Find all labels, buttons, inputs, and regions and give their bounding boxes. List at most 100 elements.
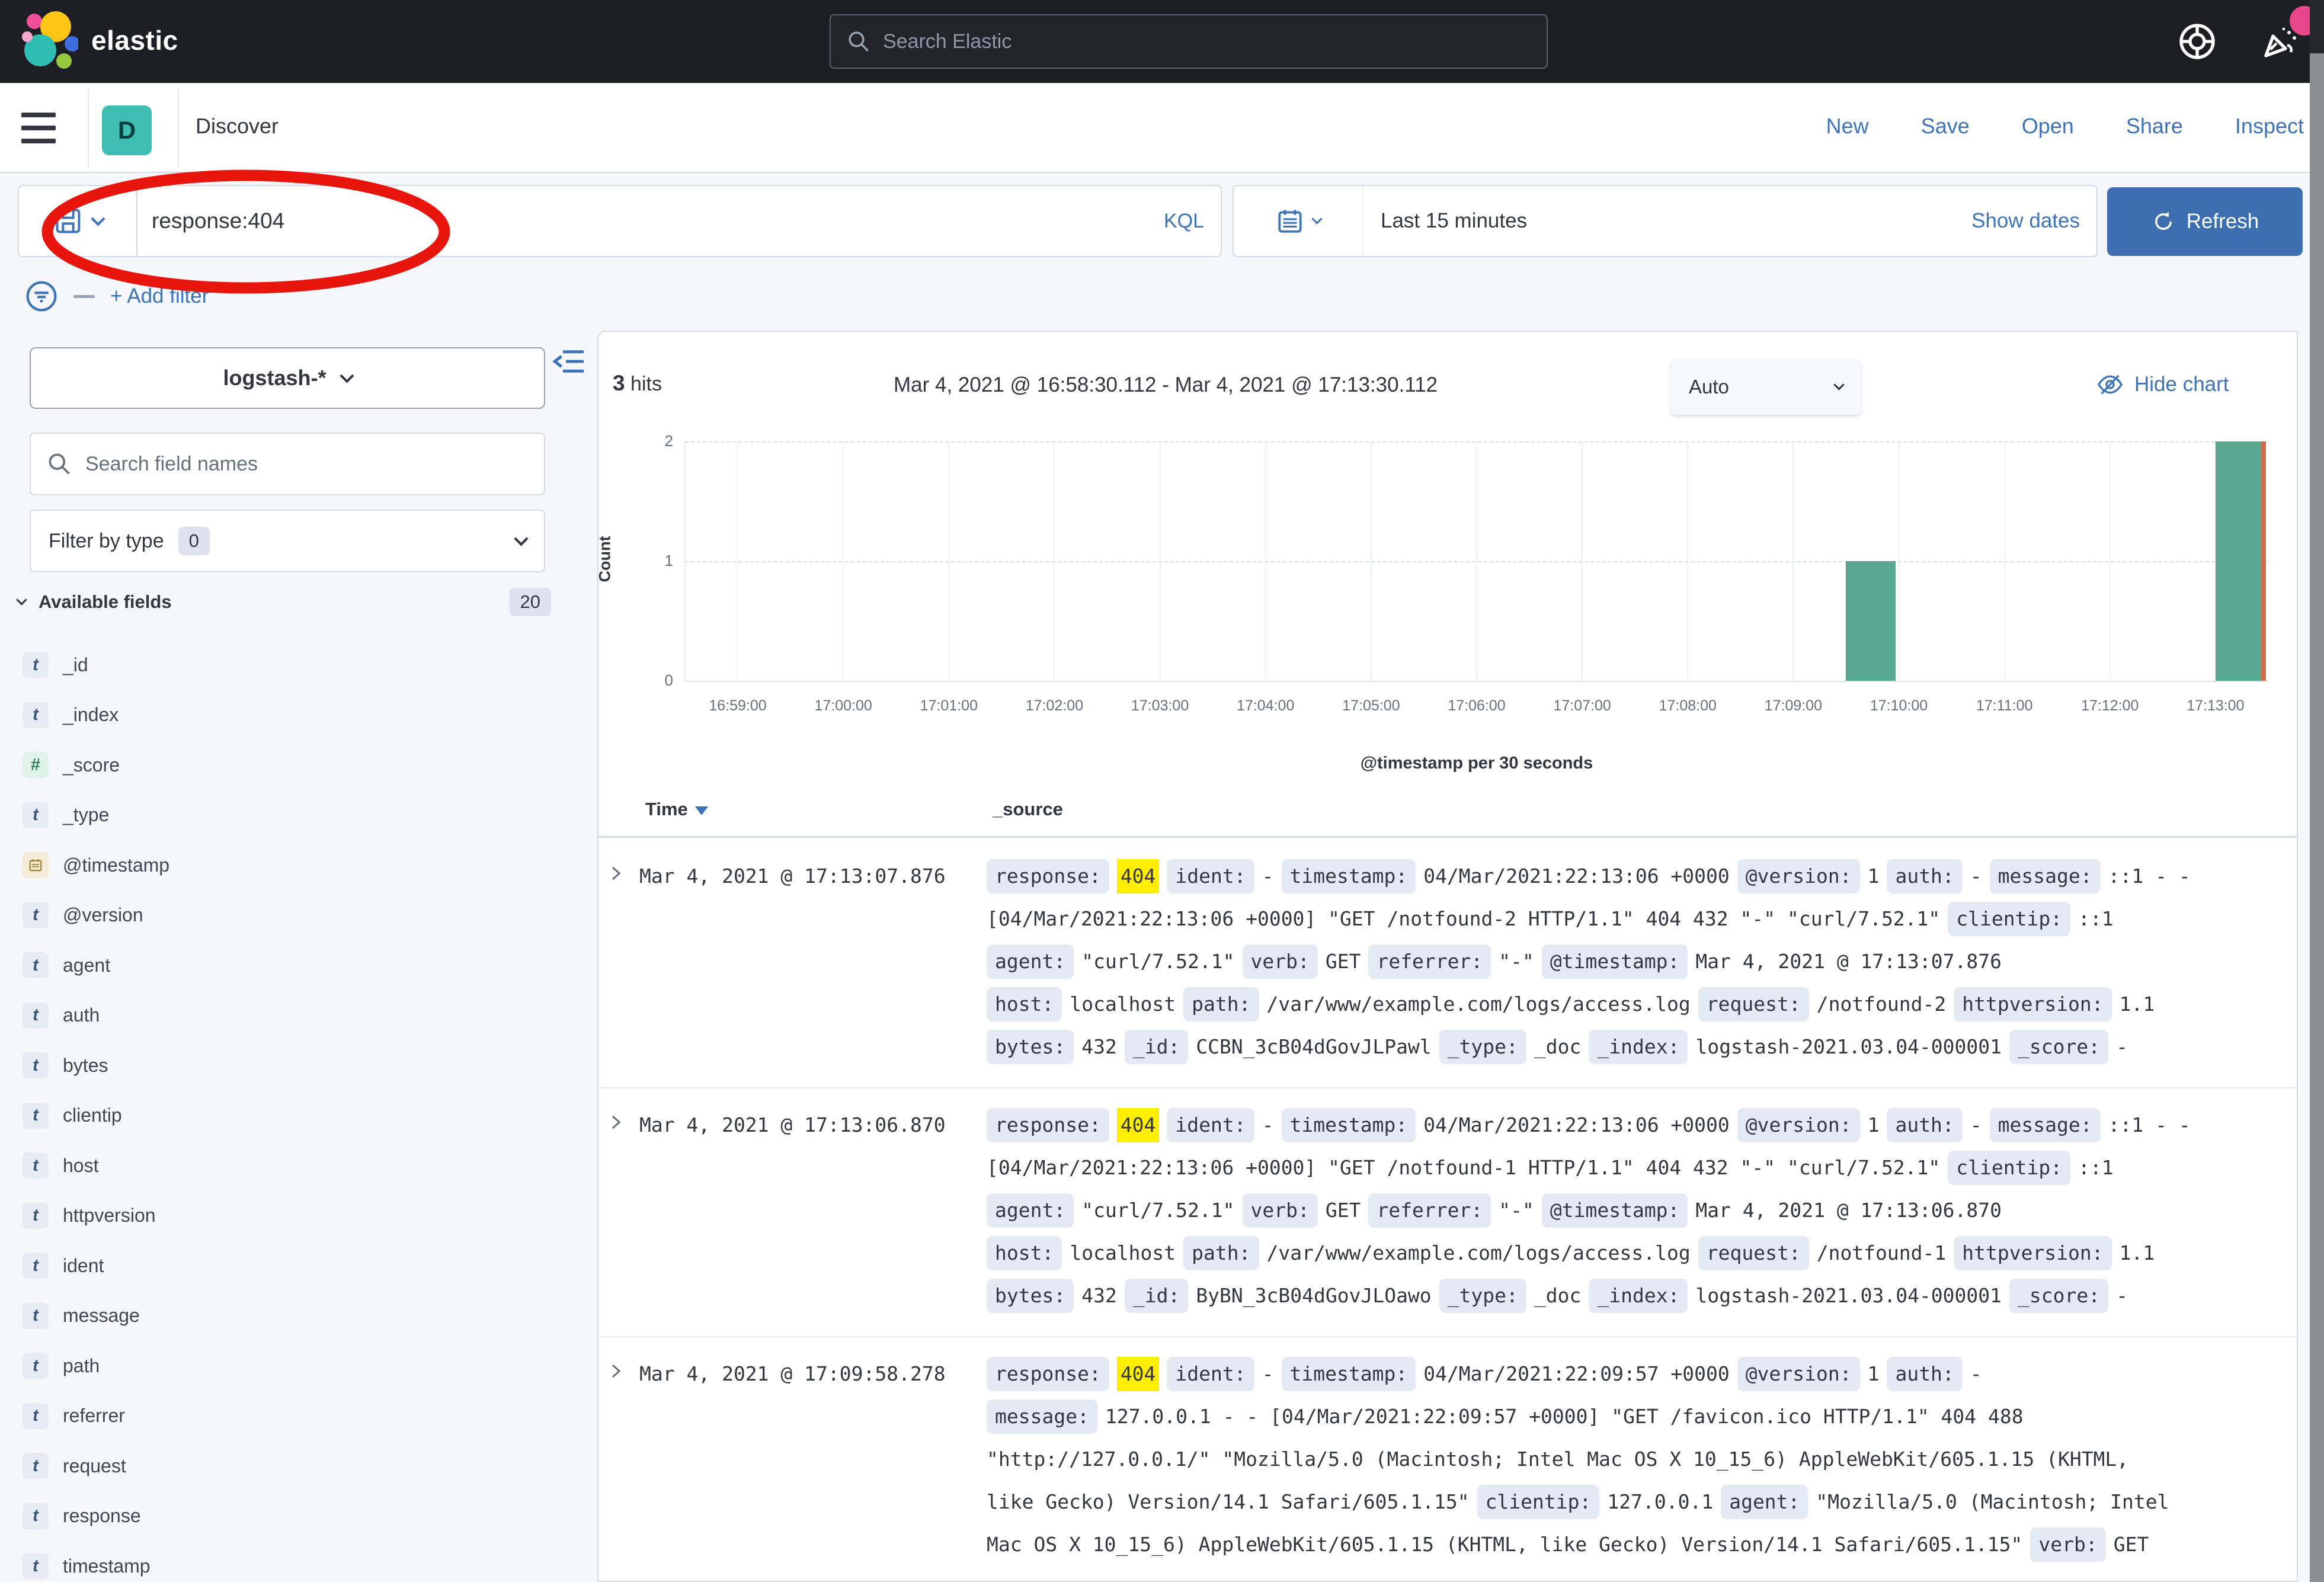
brand-text: elastic <box>91 24 178 56</box>
hide-chart-button[interactable]: Hide chart <box>2096 371 2229 398</box>
field-name-pill: request: <box>1698 1236 1809 1270</box>
interval-select[interactable]: Auto <box>1671 359 1861 415</box>
query-language-button[interactable]: KQL <box>1164 210 1221 233</box>
time-range-value[interactable]: Last 15 minutes <box>1363 209 1971 233</box>
column-header-time[interactable]: Time <box>645 799 708 820</box>
field-value: - <box>1262 864 1274 888</box>
nav-action-open[interactable]: Open <box>2022 114 2074 139</box>
field-item-agent[interactable]: tagent <box>18 940 575 991</box>
index-pattern-select[interactable]: logstash-* <box>30 347 545 409</box>
nav-divider <box>178 89 179 167</box>
field-value: ::1 - - <box>2108 1113 2191 1136</box>
chart-title: @timestamp per 30 seconds <box>685 754 2268 773</box>
query-input[interactable]: response:404 <box>137 209 1164 233</box>
expand-row-chevron-icon[interactable] <box>598 1353 639 1566</box>
field-item-request[interactable]: trequest <box>18 1441 575 1491</box>
field-item-response[interactable]: tresponse <box>18 1491 575 1542</box>
chevron-down-icon <box>91 212 105 226</box>
field-value: "http://127.0.0.1/" "Mozilla/5.0 (Macint… <box>987 1448 2128 1471</box>
column-header-source[interactable]: _source <box>993 799 1063 820</box>
scrollbar-thumb[interactable] <box>2310 53 2324 1582</box>
row-timestamp: Mar 4, 2021 @ 17:13:06.870 <box>639 1104 987 1317</box>
field-item-bytes[interactable]: tbytes <box>18 1040 575 1091</box>
y-tick-label: 1 <box>634 552 673 570</box>
field-item-@timestamp[interactable]: @timestamp <box>18 840 575 891</box>
field-name-pill: _index: <box>1589 1030 1688 1064</box>
sort-desc-icon <box>695 806 708 815</box>
field-name-pill: httpversion: <box>1954 1236 2111 1270</box>
page-title: Discover <box>196 114 279 139</box>
field-item-clientip[interactable]: tclientip <box>18 1091 575 1141</box>
nav-action-new[interactable]: New <box>1826 114 1869 139</box>
show-dates-button[interactable]: Show dates <box>1971 209 2096 233</box>
field-item-host[interactable]: thost <box>18 1141 575 1191</box>
elastic-logo[interactable]: elastic <box>21 11 178 70</box>
discover-app-badge[interactable]: D <box>102 105 152 155</box>
refresh-button[interactable]: Refresh <box>2107 187 2303 256</box>
field-name-pill: host: <box>987 1236 1062 1270</box>
field-name-pill: timestamp: <box>1282 1108 1416 1142</box>
fields-sidebar: logstash-* Search field names Filter by … <box>0 331 597 1582</box>
menu-icon[interactable] <box>21 107 66 149</box>
field-name: timestamp <box>63 1555 151 1577</box>
histogram-chart[interactable] <box>685 441 2268 681</box>
field-value: GET <box>2114 1533 2149 1556</box>
global-search-input[interactable]: Search Elastic <box>830 14 1548 69</box>
x-tick-label: 17:01:00 <box>897 697 1001 715</box>
field-item-httpversion[interactable]: thttpversion <box>18 1191 575 1241</box>
field-name: _type <box>63 804 109 826</box>
field-name-pill: @timestamp: <box>1542 1193 1688 1228</box>
add-filter-button[interactable]: + Add filter <box>110 284 209 308</box>
field-value: - <box>1970 1362 1982 1385</box>
nav-action-save[interactable]: Save <box>1921 114 1970 139</box>
field-name-pill: message: <box>1990 1108 2101 1142</box>
expand-row-chevron-icon[interactable] <box>598 855 639 1068</box>
field-name-pill: response: <box>987 859 1109 894</box>
histogram-bar-17:13:00[interactable] <box>2216 441 2265 681</box>
search-icon <box>846 29 871 54</box>
field-item-_type[interactable]: t_type <box>18 790 575 841</box>
row-source: response:404ident:-timestamp:04/Mar/2021… <box>987 855 2274 1068</box>
field-value: 04/Mar/2021:22:09:57 +0000 <box>1423 1362 1730 1385</box>
available-fields-header[interactable]: Available fields 20 <box>18 584 551 620</box>
string-type-icon: t <box>23 1203 49 1229</box>
collapse-sidebar-icon[interactable] <box>551 344 587 379</box>
field-item-message[interactable]: tmessage <box>18 1291 575 1341</box>
histogram-bar-17:09:30[interactable] <box>1846 561 1895 681</box>
x-tick-label: 17:08:00 <box>1635 697 1740 715</box>
expand-row-chevron-icon[interactable] <box>598 1104 639 1317</box>
field-item-_id[interactable]: t_id <box>18 640 575 690</box>
field-item-timestamp[interactable]: ttimestamp <box>18 1541 575 1582</box>
field-item-path[interactable]: tpath <box>18 1341 575 1391</box>
saved-query-menu-button[interactable] <box>19 186 137 256</box>
string-type-icon: t <box>23 1152 49 1179</box>
field-name-pill: clientip: <box>1948 902 2070 936</box>
filter-icon[interactable] <box>25 280 58 313</box>
chevron-down-icon <box>1311 213 1322 224</box>
field-item-_index[interactable]: t_index <box>18 690 575 741</box>
field-name-pill: host: <box>987 987 1062 1021</box>
field-item-auth[interactable]: tauth <box>18 991 575 1041</box>
x-tick-label: 17:05:00 <box>1319 697 1423 715</box>
date-quick-select-button[interactable] <box>1234 186 1363 256</box>
field-name-pill: clientip: <box>1477 1485 1600 1519</box>
field-value: - <box>1262 1362 1274 1385</box>
field-item-_score[interactable]: #_score <box>18 740 575 790</box>
field-item-ident[interactable]: tident <box>18 1241 575 1291</box>
nav-action-share[interactable]: Share <box>2126 114 2183 139</box>
field-item-referrer[interactable]: treferrer <box>18 1391 575 1442</box>
field-value: - <box>2116 1035 2128 1058</box>
chevron-down-icon <box>514 531 528 546</box>
field-name-pill: path: <box>1183 1236 1259 1270</box>
field-name-pill: ident: <box>1167 1108 1254 1142</box>
field-name-pill: ident: <box>1167 1357 1254 1391</box>
field-name-pill: verb: <box>1243 1193 1318 1228</box>
field-name-pill: bytes: <box>987 1030 1074 1064</box>
help-icon[interactable] <box>2176 20 2219 63</box>
filter-by-type-select[interactable]: Filter by type 0 <box>30 510 545 572</box>
field-name-pill: @timestamp: <box>1542 944 1688 979</box>
field-item-@version[interactable]: t@version <box>18 891 575 941</box>
field-search-input[interactable]: Search field names <box>30 433 545 495</box>
nav-action-inspect[interactable]: Inspect <box>2235 114 2304 139</box>
field-name-pill: _score: <box>2009 1030 2108 1064</box>
